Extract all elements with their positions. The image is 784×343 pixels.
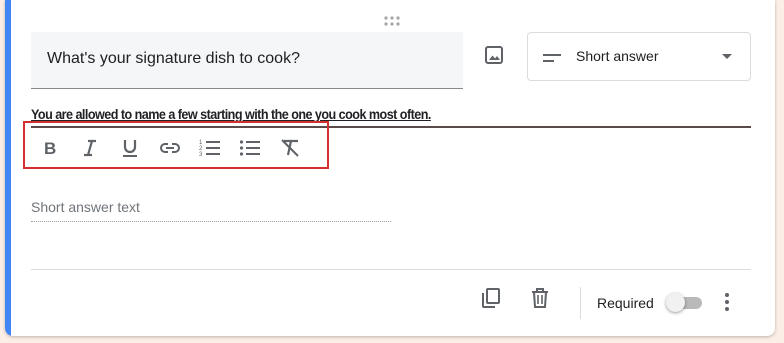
numbered-list-button[interactable]: 1 2 3 (198, 138, 222, 162)
text-formatting-toolbar: B 1 2 3 (23, 121, 329, 169)
add-image-button[interactable] (479, 42, 509, 72)
toggle-knob (666, 293, 685, 312)
footer-divider (31, 269, 751, 270)
question-title: What's your signature dish to cook? (47, 50, 300, 67)
underline-icon (120, 138, 140, 163)
bulleted-list-button[interactable] (238, 138, 262, 162)
underline-button[interactable] (118, 138, 142, 162)
short-answer-underline (31, 221, 391, 222)
more-options-button[interactable] (717, 290, 737, 314)
question-description[interactable]: You are allowed to name a few starting w… (31, 106, 431, 122)
delete-button[interactable] (528, 287, 552, 314)
svg-text:3: 3 (199, 152, 203, 158)
question-card: What's your signature dish to cook? Shor… (5, 0, 775, 336)
question-type-select[interactable]: Short answer (527, 32, 751, 81)
short-answer-icon (543, 52, 561, 64)
bold-button[interactable]: B (38, 138, 62, 162)
italic-button[interactable] (78, 138, 102, 162)
duplicate-button[interactable] (479, 287, 503, 314)
clear-formatting-button[interactable] (278, 138, 302, 162)
link-icon (159, 138, 181, 163)
required-label: Required (597, 295, 654, 311)
short-answer-placeholder: Short answer text (31, 199, 140, 215)
bulleted-list-icon (239, 138, 261, 163)
active-accent-bar (5, 0, 11, 336)
numbered-list-icon: 1 2 3 (199, 138, 221, 163)
image-icon (484, 45, 504, 70)
clear-formatting-icon (279, 138, 301, 163)
drag-handle-icon[interactable] (383, 14, 401, 26)
footer-vertical-divider (580, 287, 581, 319)
italic-icon (80, 138, 100, 163)
link-button[interactable] (158, 138, 182, 162)
svg-text:B: B (44, 139, 56, 158)
dropdown-arrow-icon (722, 54, 732, 59)
question-title-field[interactable]: What's your signature dish to cook? (31, 32, 463, 89)
duplicate-icon (480, 287, 502, 314)
bold-icon: B (40, 138, 60, 163)
required-toggle[interactable] (666, 293, 704, 313)
trash-icon (529, 287, 551, 314)
question-type-label: Short answer (576, 48, 659, 64)
